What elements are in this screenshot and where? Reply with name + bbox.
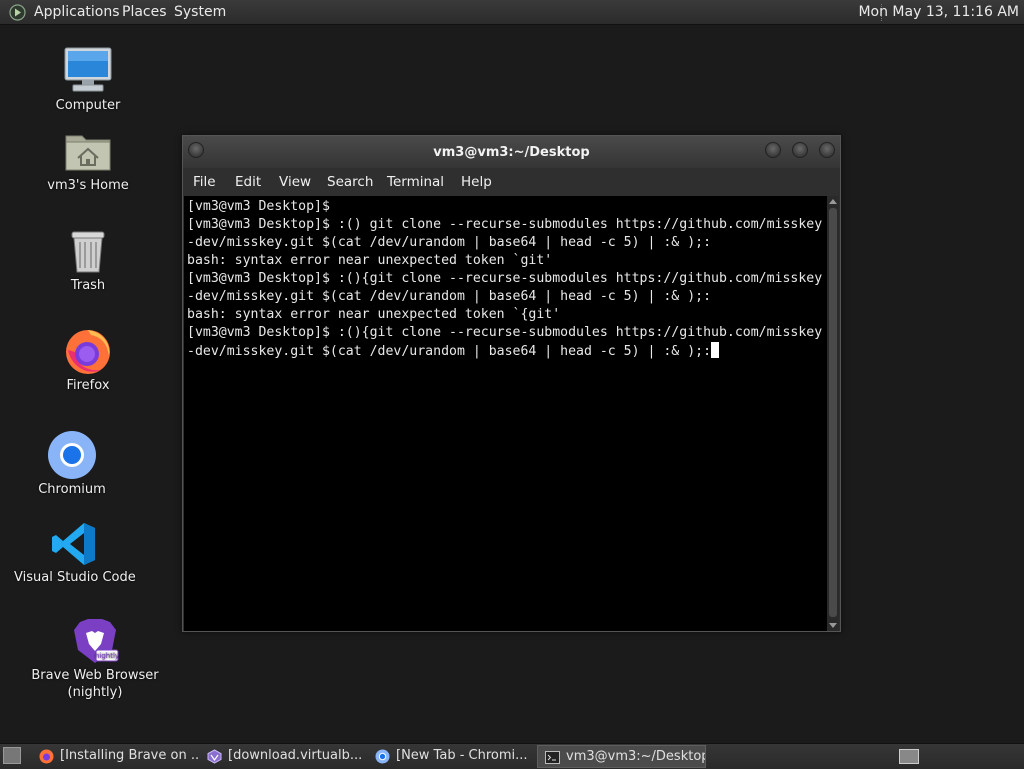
taskbar-item-firefox[interactable]: [Installing Brave on ... [32, 745, 200, 768]
places-menu[interactable]: Places [122, 4, 167, 20]
desktop-icon-home[interactable]: vm3's Home [38, 126, 138, 206]
firefox-icon [39, 749, 54, 764]
desktop-icon-firefox[interactable]: Firefox [38, 324, 138, 396]
chromium-icon [375, 749, 390, 764]
menu-search[interactable]: Search [327, 174, 373, 190]
taskbar-item-terminal[interactable]: vm3@vm3:~/Desktop [537, 745, 706, 768]
taskbar-item-label: vm3@vm3:~/Desktop [566, 749, 706, 764]
desktop-icon-chromium[interactable]: Chromium [22, 428, 122, 500]
desktop-icon-label: Visual Studio Code [14, 570, 136, 585]
brave-nightly-icon: nightly [74, 619, 119, 663]
desktop-icon-label: Trash [70, 278, 106, 293]
taskbar-item-chromium[interactable]: [New Tab - Chromi... [368, 745, 536, 768]
terminal-line: -dev/misskey.git $(cat /dev/urandom | ba… [187, 289, 712, 304]
terminal-line: -dev/misskey.git $(cat /dev/urandom | ba… [187, 235, 712, 250]
terminal-icon [545, 751, 560, 764]
terminal-window[interactable]: vm3@vm3:~/Desktop File Edit View Search … [182, 135, 841, 632]
window-titlebar[interactable]: vm3@vm3:~/Desktop [183, 136, 840, 168]
desktop-icon-vscode[interactable]: Visual Studio Code [14, 518, 136, 590]
show-desktop-icon[interactable] [3, 747, 21, 764]
terminal-line: [vm3@vm3 Desktop]$ :(){git clone --recur… [187, 271, 823, 286]
menu-file[interactable]: File [193, 174, 216, 190]
terminal-line: bash: syntax error near unexpected token… [187, 307, 561, 322]
home-folder-icon [65, 135, 111, 171]
workspace-switcher[interactable] [899, 749, 919, 764]
applications-logo-icon[interactable] [9, 4, 26, 21]
terminal-line: [vm3@vm3 Desktop]$ :(){git clone --recur… [187, 325, 823, 340]
terminal-line: [vm3@vm3 Desktop]$ :() git clone --recur… [187, 217, 823, 232]
taskbar-item-label: [Installing Brave on ... [60, 748, 200, 763]
applications-menu[interactable]: Applications [34, 4, 120, 20]
terminal-line: -dev/misskey.git $(cat /dev/urandom | ba… [187, 344, 712, 359]
desktop-icon-label: Brave Web Browser [31, 668, 159, 683]
menu-help[interactable]: Help [461, 174, 492, 190]
minimize-button[interactable] [765, 142, 781, 158]
brave-nightly-badge: nightly [95, 652, 119, 660]
maximize-button[interactable] [792, 142, 808, 158]
terminal-output[interactable]: [vm3@vm3 Desktop]$ [vm3@vm3 Desktop]$ :(… [184, 196, 827, 631]
menu-edit[interactable]: Edit [235, 174, 261, 190]
scrollbar-thumb[interactable] [829, 208, 837, 617]
scroll-up-arrow-icon[interactable] [829, 199, 837, 204]
window-title: vm3@vm3:~/Desktop [433, 145, 590, 160]
text-cursor [711, 342, 720, 358]
menu-view[interactable]: View [279, 174, 311, 190]
terminal-line: bash: syntax error near unexpected token… [187, 253, 553, 268]
vscode-icon [52, 523, 95, 565]
top-panel: Applications Places System Mon May 13, 1… [0, 0, 1024, 25]
clock[interactable]: Mon May 13, 11:16 AM [858, 4, 1019, 20]
taskbar-item-label: [download.virtualb... [228, 748, 363, 763]
scroll-down-arrow-icon[interactable] [829, 623, 837, 628]
chromium-icon [48, 431, 96, 479]
firefox-icon [66, 330, 110, 374]
desktop-icon-brave[interactable]: nightly Brave Web Browser (nightly) [30, 614, 160, 704]
trash-icon [71, 231, 105, 273]
terminal-menubar: File Edit View Search Terminal Help [183, 168, 840, 196]
virtualbox-icon [207, 749, 222, 764]
desktop-icon-label: Chromium [38, 482, 106, 497]
desktop-icon-label-line2: (nightly) [67, 685, 123, 700]
terminal-line: [vm3@vm3 Desktop]$ [187, 199, 330, 214]
computer-icon [64, 47, 112, 92]
desktop-icon-trash[interactable]: Trash [38, 226, 138, 296]
desktop-icon-label: Firefox [66, 378, 110, 393]
taskbar-item-virtualbox[interactable]: [download.virtualb... [200, 745, 366, 768]
close-button[interactable] [819, 142, 835, 158]
bottom-panel: [Installing Brave on ... [download.virtu… [0, 743, 1024, 769]
taskbar-item-label: [New Tab - Chromi... [396, 748, 528, 763]
terminal-scrollbar[interactable] [827, 196, 839, 631]
system-menu[interactable]: System [174, 4, 226, 20]
desktop-icon-label: Computer [55, 98, 121, 113]
desktop-icon-computer[interactable]: Computer [38, 44, 138, 124]
menu-terminal[interactable]: Terminal [387, 174, 444, 190]
desktop-icon-label: vm3's Home [47, 178, 129, 193]
